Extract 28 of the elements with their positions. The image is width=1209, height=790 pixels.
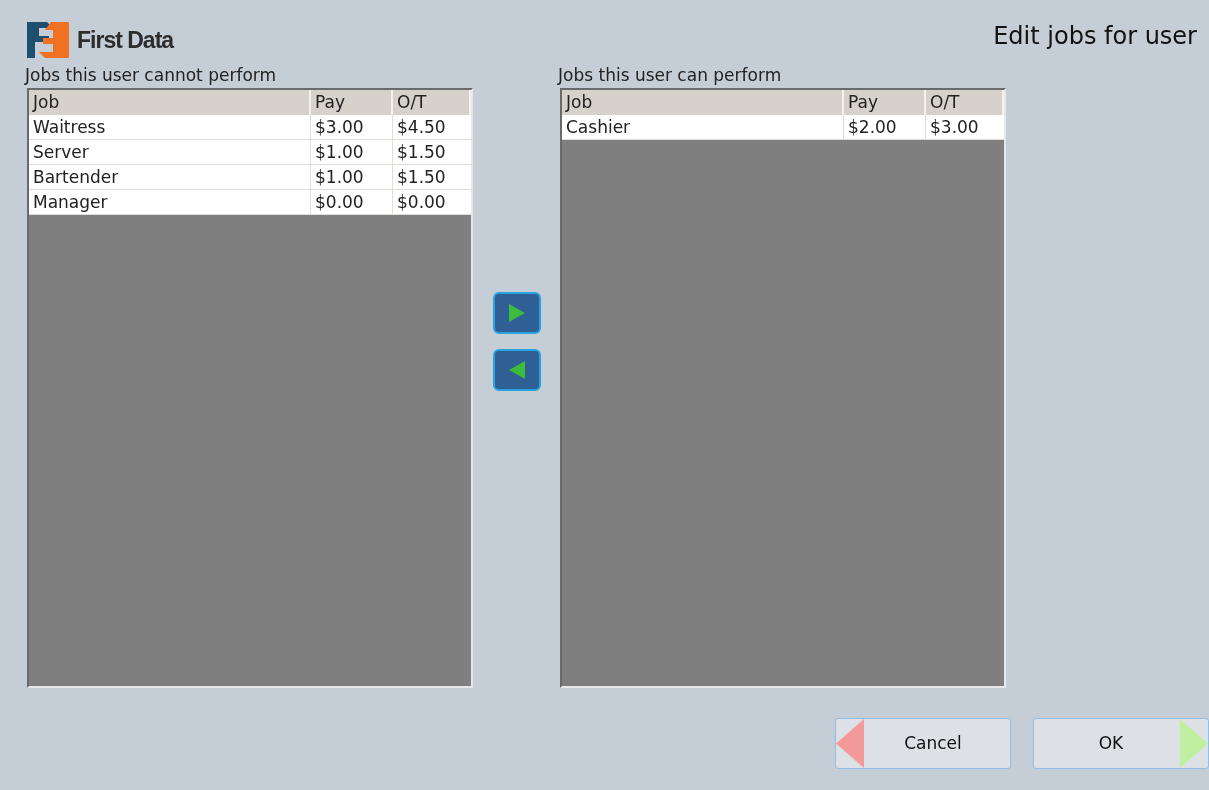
table-cell[interactable]: $1.00 (311, 165, 393, 189)
right-arrow-icon (1180, 719, 1208, 768)
logo-icon (27, 22, 69, 58)
ok-button[interactable]: OK (1033, 718, 1209, 769)
move-left-button[interactable] (492, 349, 541, 391)
table-cell[interactable]: Bartender (29, 165, 311, 189)
table-cell[interactable]: $3.00 (311, 115, 393, 139)
page-title: Edit jobs for user (993, 21, 1197, 52)
table-cell[interactable]: $4.50 (393, 115, 471, 139)
table-cell[interactable]: Server (29, 140, 311, 164)
right-arrow-icon (508, 304, 525, 322)
table-cell[interactable]: Manager (29, 190, 311, 214)
table-cell[interactable]: $0.00 (311, 190, 393, 214)
table-cell[interactable]: $1.00 (311, 140, 393, 164)
table-cell[interactable]: $1.50 (393, 165, 471, 189)
left-arrow-icon (508, 361, 525, 379)
table-cell[interactable]: $2.00 (844, 115, 926, 139)
table-cell[interactable]: $0.00 (393, 190, 471, 214)
list-heading: Jobs this user can perform (558, 64, 783, 86)
logo-text: First Data (77, 25, 174, 55)
list-heading: Jobs this user cannot perform (25, 64, 278, 86)
left-arrow-icon (836, 719, 864, 768)
table-cell[interactable]: Waitress (29, 115, 311, 139)
move-right-button[interactable] (492, 292, 541, 334)
table-cell[interactable]: $1.50 (393, 140, 471, 164)
cancel-button[interactable]: Cancel (835, 718, 1011, 769)
table-cell[interactable]: $3.00 (926, 115, 1004, 139)
table-cell[interactable]: Cashier (562, 115, 844, 139)
